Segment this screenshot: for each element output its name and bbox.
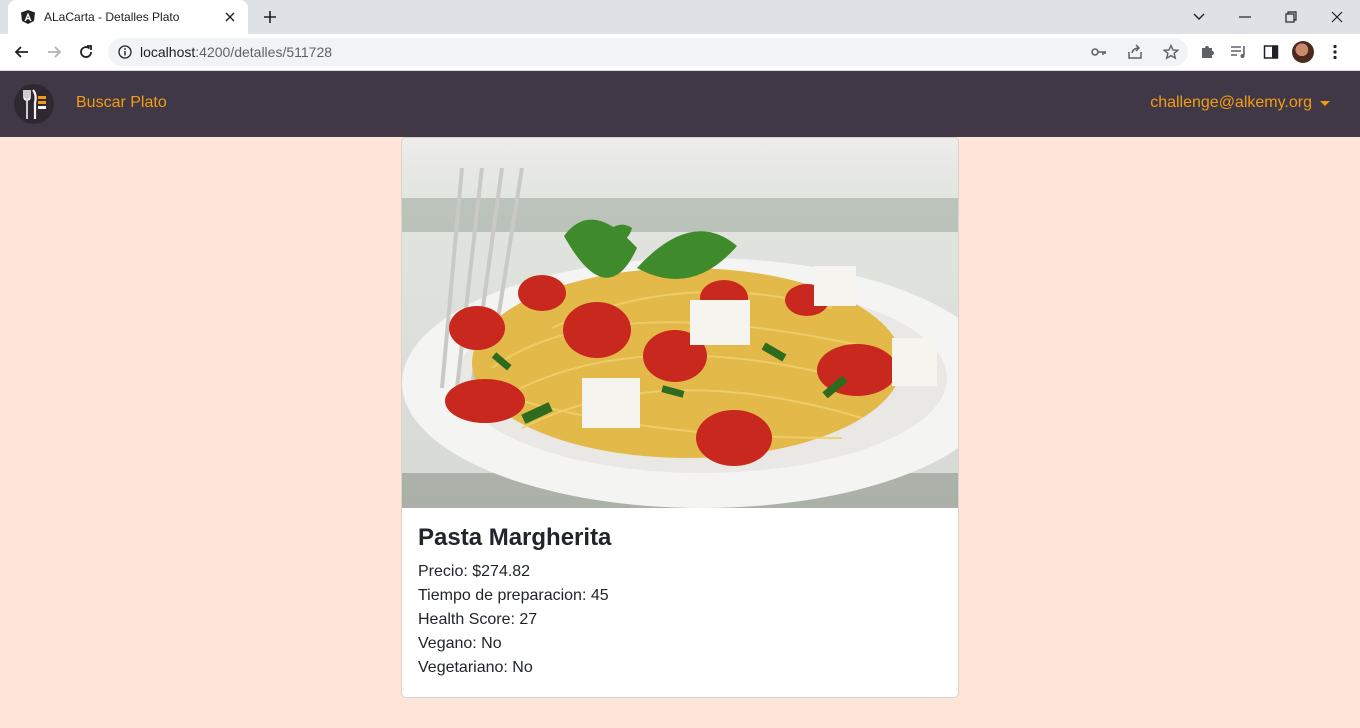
tab-title: ALaCarta - Detalles Plato <box>44 10 180 24</box>
info-icon <box>118 45 132 59</box>
cutlery-logo-icon[interactable] <box>14 84 54 124</box>
minimize-icon <box>1239 16 1251 18</box>
reading-list-icon[interactable] <box>1228 41 1250 63</box>
back-button[interactable] <box>8 38 36 66</box>
chevron-down-icon <box>1193 13 1205 20</box>
key-icon[interactable] <box>1088 41 1110 63</box>
reload-button[interactable] <box>72 38 100 66</box>
app-navbar: Buscar Plato challenge@alkemy.org <box>0 71 1360 137</box>
star-icon[interactable] <box>1160 41 1182 63</box>
window-controls <box>1176 0 1360 34</box>
restore-icon <box>1285 11 1297 23</box>
new-tab-button[interactable] <box>258 5 282 29</box>
dish-price: Precio: $274.82 <box>418 563 531 580</box>
nav-link-buscar-plato[interactable]: Buscar Plato <box>76 94 167 112</box>
address-bar[interactable]: localhost:4200/detalles/511728 <box>108 38 1188 66</box>
dish-prep-time: Tiempo de preparacion: 45 <box>418 587 609 604</box>
browser-toolbar: localhost:4200/detalles/511728 <box>0 34 1360 71</box>
dish-vegan: Vegano: No <box>418 635 502 652</box>
close-icon[interactable] <box>222 9 238 25</box>
restore-button[interactable] <box>1268 0 1314 34</box>
plus-icon <box>264 11 276 23</box>
user-dropdown[interactable]: challenge@alkemy.org <box>1150 94 1330 112</box>
forward-button[interactable] <box>40 38 68 66</box>
tab-search-button[interactable] <box>1176 0 1222 34</box>
arrow-left-icon <box>14 46 28 58</box>
browser-tab[interactable]: ALaCarta - Detalles Plato <box>8 0 248 34</box>
dish-card: Pasta Margherita Precio: $274.82 Tiempo … <box>401 137 959 698</box>
close-window-button[interactable] <box>1314 0 1360 34</box>
extensions-area <box>1196 38 1346 66</box>
share-icon[interactable] <box>1124 41 1146 63</box>
minimize-button[interactable] <box>1222 0 1268 34</box>
side-panel-icon[interactable] <box>1260 41 1282 63</box>
caret-down-icon <box>1320 100 1330 106</box>
url-text: localhost:4200/detalles/511728 <box>140 44 333 60</box>
reload-icon <box>80 45 92 58</box>
user-email: challenge@alkemy.org <box>1150 94 1312 111</box>
browser-tabstrip: ALaCarta - Detalles Plato <box>0 0 1360 34</box>
profile-avatar[interactable] <box>1292 41 1314 63</box>
dish-title: Pasta Margherita <box>418 524 612 551</box>
dish-vegetarian: Vegetariano: No <box>418 659 533 676</box>
close-icon <box>1331 11 1343 23</box>
dish-health-score: Health Score: 27 <box>418 611 538 628</box>
angular-icon <box>20 9 36 25</box>
puzzle-icon[interactable] <box>1196 41 1218 63</box>
dish-card-body: Pasta Margherita Precio: $274.82 Tiempo … <box>418 524 938 680</box>
dish-image <box>402 138 958 508</box>
arrow-right-icon <box>48 46 62 58</box>
kebab-menu-icon[interactable] <box>1324 41 1346 63</box>
